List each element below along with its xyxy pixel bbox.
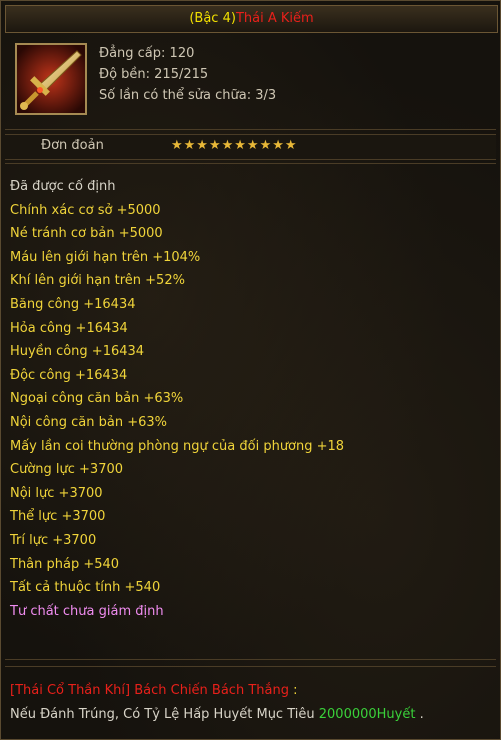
attribute-list: Đã được cố định Chính xác cơ sở +5000 Né t… <box>5 163 496 660</box>
item-tooltip: (Bậc 4)Thái A Kiếm Đẳng cấp: 120 Độ bền:… <box>0 0 501 740</box>
attribute-line: Ngoại công căn bản +63% <box>10 391 184 407</box>
attribute-line: Máu lên giới hạn trên +104% <box>10 249 201 265</box>
attribute-line: Tư chất chưa giám định <box>10 603 164 619</box>
forge-label: Đơn đoản <box>41 138 104 153</box>
attribute-line: Né tránh cơ bản +5000 <box>10 226 163 242</box>
attribute-line: Huyền công +16434 <box>10 344 145 360</box>
attribute-line: Độc công +16434 <box>10 367 128 383</box>
attribute-line: Tất cả thuộc tính +540 <box>10 580 161 596</box>
attribute-line: Hỏa công +16434 <box>10 320 128 336</box>
item-level: Đẳng cấp: 120 <box>99 46 195 61</box>
sword-icon <box>15 43 87 115</box>
forge-row: Đơn đoản ★★★★★★★★★★ <box>5 134 496 160</box>
item-header: Đẳng cấp: 120 Độ bền: 215/215 Số lần có … <box>5 37 496 130</box>
attribute-line: Thân pháp +540 <box>10 556 120 572</box>
set-bonus-name: [Thái Cổ Thần Khí] Bách Chiến Bách Thắng <box>10 683 289 698</box>
item-title: (Bậc 4)Thái A Kiếm <box>5 5 498 33</box>
attribute-line: Trí lực +3700 <box>10 532 97 548</box>
attribute-line: Thể lực +3700 <box>10 509 106 525</box>
item-info: Đẳng cấp: 120 Độ bền: 215/215 Số lần có … <box>99 43 276 106</box>
attribute-line: Đã được cố định <box>10 179 116 194</box>
item-name: Thái A Kiếm <box>235 11 314 26</box>
set-bonus-value: 2000000Huyết <box>318 707 416 722</box>
attribute-line: Mấy lần coi thường phòng ngự của đối phư… <box>10 438 345 454</box>
attribute-line: Nội công căn bản +63% <box>10 414 168 430</box>
set-bonus-end: . <box>415 707 424 722</box>
item-durability: Độ bền: 215/215 <box>99 67 209 82</box>
set-bonus-desc: Nếu Đánh Trúng, Có Tỷ Lệ Hấp Huyết Mục T… <box>10 707 319 722</box>
set-bonus: [Thái Cổ Thần Khí] Bách Chiến Bách Thắng… <box>5 666 496 737</box>
attribute-line: Nội lực +3700 <box>10 485 103 501</box>
item-tier: (Bậc 4) <box>189 11 236 26</box>
attribute-line: Khí lên giới hạn trên +52% <box>10 273 185 289</box>
attribute-line: Cường lực +3700 <box>10 462 124 478</box>
attribute-line: Chính xác cơ sở +5000 <box>10 202 161 218</box>
attribute-line: Băng công +16434 <box>10 296 136 312</box>
star-icon: ★★★★★★★★★★ <box>171 138 298 153</box>
item-repairs: Số lần có thể sửa chữa: 3/3 <box>99 88 277 103</box>
set-bonus-colon: : <box>288 683 298 698</box>
